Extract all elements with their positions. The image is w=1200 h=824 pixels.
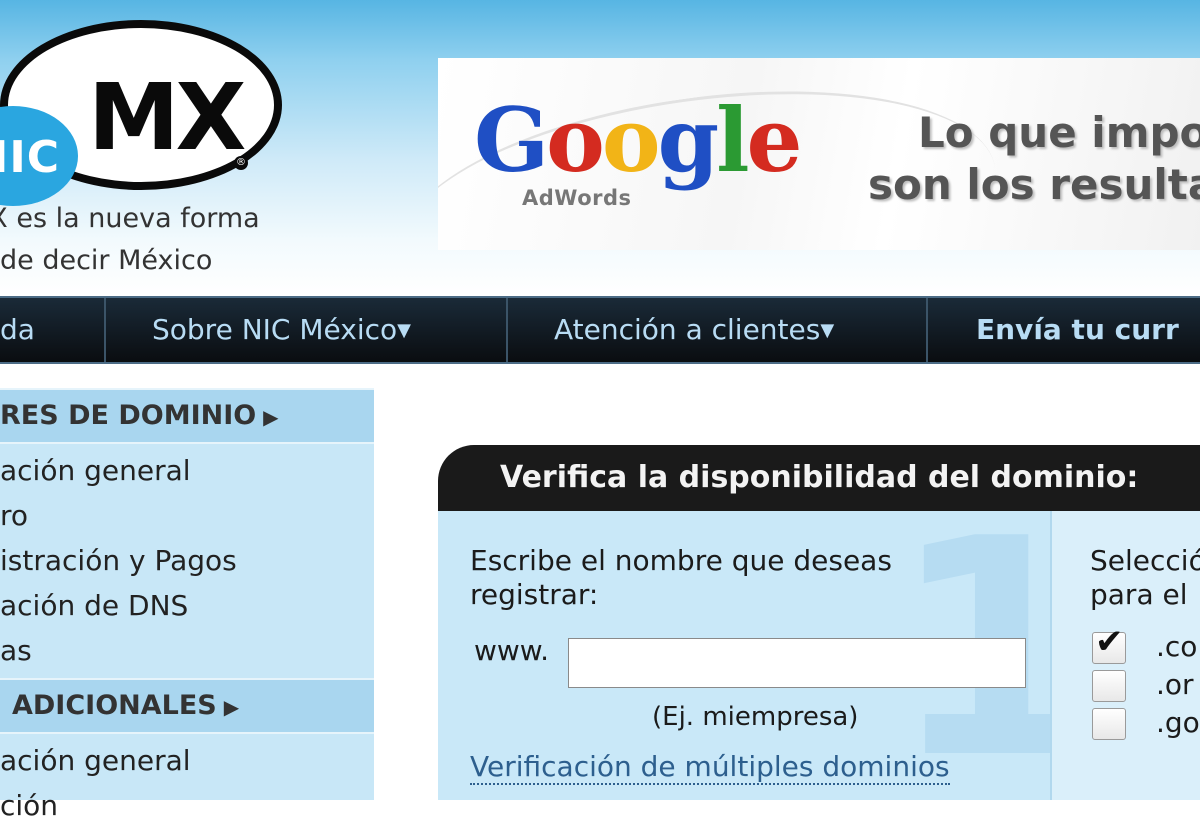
nav-separator xyxy=(104,298,106,362)
extension-select-label: Selecció para el xyxy=(1090,544,1200,612)
google-letter: o xyxy=(601,88,661,192)
extension-label: .go xyxy=(1156,706,1200,739)
nav-item-envia-cv[interactable]: Envía tu curr xyxy=(976,298,1179,362)
main-navigation: da Sobre NIC México▼ Atención a clientes… xyxy=(0,296,1200,364)
arrow-right-icon: ▶ xyxy=(216,695,240,719)
logo-mx-text: MX xyxy=(88,64,246,171)
nav-item-atencion-clientes[interactable]: Atención a clientes▼ xyxy=(554,298,834,362)
adwords-label: AdWords xyxy=(522,186,632,210)
google-letter: G xyxy=(474,88,549,192)
domain-name-input[interactable] xyxy=(568,638,1026,688)
google-logo: Google xyxy=(474,96,803,184)
sidebar-item[interactable]: as xyxy=(0,634,32,667)
banner-headline-line-1: Lo que impor xyxy=(918,108,1200,157)
google-letter: g xyxy=(657,88,720,192)
banner-headline-line-2: son los resultado xyxy=(868,160,1200,209)
extension-select-label-line-1: Selecció xyxy=(1090,544,1200,577)
extension-checkbox-com[interactable]: ✔ xyxy=(1092,625,1126,664)
sidebar-item[interactable]: ación de DNS xyxy=(0,589,188,622)
nic-mx-logo[interactable]: NIC MX ® xyxy=(0,20,282,206)
tagline: MX es la nueva forma de decir México xyxy=(0,198,260,282)
extension-label: .co xyxy=(1156,630,1198,663)
extension-label: .or xyxy=(1156,668,1194,701)
dropdown-arrow-icon: ▼ xyxy=(397,320,411,341)
google-letter: l xyxy=(716,88,749,192)
logo-nic-text: NIC xyxy=(0,132,60,183)
nav-item-home[interactable]: da xyxy=(0,298,35,362)
sidebar-item[interactable]: istración y Pagos xyxy=(0,544,237,577)
nav-item-label: Atención a clientes xyxy=(554,313,821,346)
extension-checkbox-gob[interactable] xyxy=(1092,708,1126,740)
sidebar-item[interactable]: ción xyxy=(0,789,58,822)
extension-select-label-line-2: para el xyxy=(1090,578,1188,611)
multiple-domains-link[interactable]: Verificación de múltiples dominios xyxy=(470,750,950,785)
sidebar-section-adicionales[interactable]: ADICIONALES ▶ xyxy=(0,678,374,734)
google-letter: e xyxy=(746,88,803,192)
google-letter: o xyxy=(546,88,605,192)
nav-item-label: da xyxy=(0,313,35,346)
sidebar-item[interactable]: ación general xyxy=(0,744,191,777)
sidebar-section-title: RES DE DOMINIO xyxy=(0,400,257,431)
google-adwords-banner[interactable]: Google AdWords Lo que impor son los resu… xyxy=(438,58,1200,250)
sidebar: RES DE DOMINIO ▶ ación general ro istrac… xyxy=(0,388,374,822)
sidebar-section-title: ADICIONALES xyxy=(12,690,217,721)
checkmark-icon: ✔ xyxy=(1095,622,1124,662)
domain-prompt: Escribe el nombre que deseas registrar: xyxy=(470,544,892,611)
tagline-line-1: MX es la nueva forma xyxy=(0,203,260,234)
tagline-line-2: de decir México xyxy=(0,245,213,276)
input-example: (Ej. miempresa) xyxy=(652,702,859,732)
nav-separator xyxy=(926,298,928,362)
nav-item-sobre-nic[interactable]: Sobre NIC México▼ xyxy=(152,298,411,362)
www-prefix: www. xyxy=(474,634,550,667)
nav-item-label: Sobre NIC México xyxy=(152,313,398,346)
arrow-right-icon: ▶ xyxy=(256,405,279,429)
sidebar-section-dominios[interactable]: RES DE DOMINIO ▶ xyxy=(0,388,374,444)
extension-checkbox-org[interactable] xyxy=(1092,670,1126,702)
dropdown-arrow-icon: ▼ xyxy=(820,320,835,341)
nav-separator xyxy=(506,298,508,362)
sidebar-item[interactable]: ro xyxy=(0,499,28,532)
registered-mark: ® xyxy=(234,156,248,170)
nav-item-label: Envía tu curr xyxy=(976,313,1179,346)
sidebar-item[interactable]: ación general xyxy=(0,454,191,487)
